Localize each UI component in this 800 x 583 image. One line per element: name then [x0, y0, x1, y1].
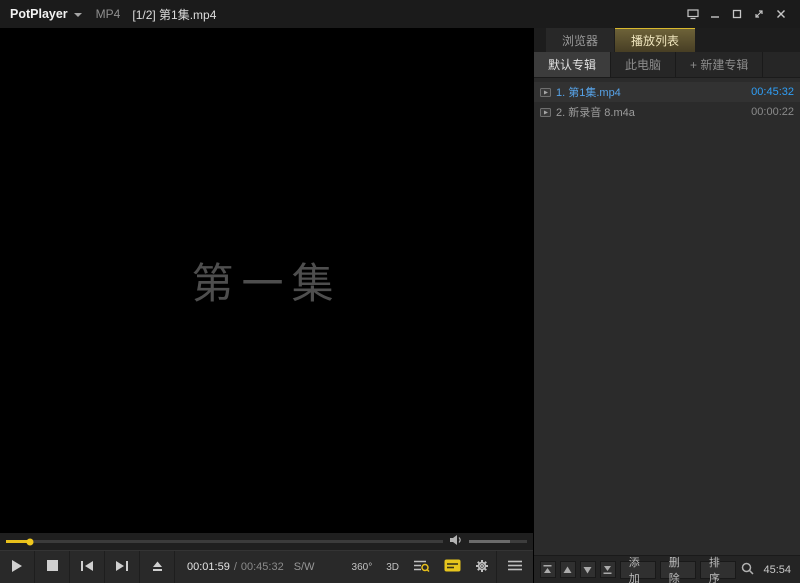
move-down-button[interactable]: [580, 561, 596, 578]
album-tab-new[interactable]: + 新建专辑: [676, 52, 763, 77]
time-display: 00:01:59 / 00:45:32 S/W: [175, 551, 327, 583]
search-button[interactable]: [740, 561, 756, 578]
move-down-icon: [583, 563, 592, 577]
mode-360-label: 360°: [352, 562, 373, 573]
potplayer-window: PotPlayer MP4 [1/2] 第1集.mp4: [0, 0, 800, 583]
skip-next-icon: [115, 560, 129, 575]
stop-button[interactable]: [35, 551, 70, 583]
sort-button[interactable]: 排序: [700, 561, 736, 579]
window-title: [1/2] 第1集.mp4: [132, 6, 216, 23]
app-title: PotPlayer: [10, 7, 68, 21]
volume-fill: [469, 540, 510, 543]
fullscreen-icon: [753, 8, 765, 20]
move-bottom-button[interactable]: [600, 561, 616, 578]
stop-icon: [47, 560, 58, 574]
hamburger-menu-icon: [508, 560, 522, 574]
move-top-icon: [543, 563, 552, 577]
transport-right-buttons: 360° 3D: [345, 551, 533, 583]
subtitle-icon: [444, 559, 461, 575]
seek-row: [0, 533, 533, 550]
playlist-search-button[interactable]: [406, 551, 437, 583]
playlist-footer: 添加 删除 排序 45:54: [534, 555, 800, 583]
minimize-icon: [709, 8, 721, 20]
delete-button[interactable]: 删除: [660, 561, 696, 579]
video-column: 第一集: [0, 28, 533, 583]
move-up-button[interactable]: [560, 561, 576, 578]
album-tab-this-pc[interactable]: 此电脑: [611, 52, 676, 77]
playlist-item[interactable]: 2. 新录音 8.m4a 00:00:22: [534, 102, 800, 122]
panel-tabs: 浏览器 播放列表: [534, 28, 800, 52]
mode-3d-label: 3D: [386, 562, 399, 573]
menu-button[interactable]: [496, 551, 533, 583]
titlebar: PotPlayer MP4 [1/2] 第1集.mp4: [0, 0, 800, 28]
move-up-icon: [563, 563, 572, 577]
previous-button[interactable]: [70, 551, 105, 583]
playlist-item[interactable]: 1. 第1集.mp4 00:45:32: [534, 82, 800, 102]
playlist-panel: 浏览器 播放列表 默认专辑 此电脑 + 新建专辑 1. 第1集.mp4 00:4…: [533, 28, 800, 583]
maximize-button[interactable]: [726, 4, 748, 24]
mode-360-button[interactable]: 360°: [345, 551, 380, 583]
tab-browser[interactable]: 浏览器: [546, 28, 614, 52]
maximize-icon: [731, 8, 743, 20]
seek-knob[interactable]: [27, 538, 34, 545]
close-icon: [775, 8, 787, 20]
video-area[interactable]: 第一集: [0, 28, 533, 533]
tab-playlist[interactable]: 播放列表: [615, 28, 695, 52]
eject-icon: [151, 560, 164, 575]
play-icon: [11, 559, 23, 576]
search-icon: [741, 562, 754, 578]
minimize-button[interactable]: [704, 4, 726, 24]
move-bottom-icon: [603, 563, 612, 577]
chevron-down-icon: [74, 13, 82, 17]
current-time: 00:01:59: [187, 561, 230, 573]
album-tabs: 默认专辑 此电脑 + 新建专辑: [534, 52, 800, 78]
close-button[interactable]: [770, 4, 792, 24]
move-top-button[interactable]: [540, 561, 556, 578]
subtitle-button[interactable]: [437, 551, 468, 583]
playlist: 1. 第1集.mp4 00:45:32 2. 新录音 8.m4a 00:00:2…: [534, 78, 800, 555]
video-caption: 第一集: [191, 250, 341, 311]
always-on-top-button[interactable]: [682, 4, 704, 24]
album-tab-default[interactable]: 默认专辑: [534, 52, 611, 77]
media-file-icon: [540, 108, 551, 117]
playlist-item-name: 2. 新录音 8.m4a: [556, 104, 746, 120]
album-tabs-filler: [763, 52, 800, 77]
volume-slider[interactable]: [469, 540, 527, 543]
app-menu-button[interactable]: PotPlayer: [10, 7, 82, 21]
next-button[interactable]: [105, 551, 140, 583]
volume-icon[interactable]: [449, 534, 463, 549]
decoder-badge: S/W: [294, 561, 315, 573]
gear-icon: [475, 559, 489, 576]
playlist-item-duration: 00:45:32: [751, 86, 794, 98]
format-badge: MP4: [96, 7, 121, 21]
time-separator: /: [234, 561, 237, 573]
add-button[interactable]: 添加: [620, 561, 656, 579]
fullscreen-button[interactable]: [748, 4, 770, 24]
window-controls: [682, 4, 792, 24]
main-area: 第一集: [0, 28, 800, 583]
total-time: 00:45:32: [241, 561, 284, 573]
playlist-item-name: 1. 第1集.mp4: [556, 84, 746, 100]
playlist-search-icon: [413, 559, 430, 576]
seek-bar[interactable]: [6, 540, 443, 543]
play-button[interactable]: [0, 551, 35, 583]
skip-previous-icon: [80, 560, 94, 575]
playlist-item-duration: 00:00:22: [751, 106, 794, 118]
media-file-icon: [540, 88, 551, 97]
always-on-top-icon: [687, 8, 699, 20]
settings-button[interactable]: [468, 551, 496, 583]
transport-bar: 00:01:59 / 00:45:32 S/W 360° 3D: [0, 550, 533, 583]
playlist-total-time: 45:54: [759, 564, 794, 576]
open-eject-button[interactable]: [140, 551, 175, 583]
mode-3d-button[interactable]: 3D: [379, 551, 406, 583]
